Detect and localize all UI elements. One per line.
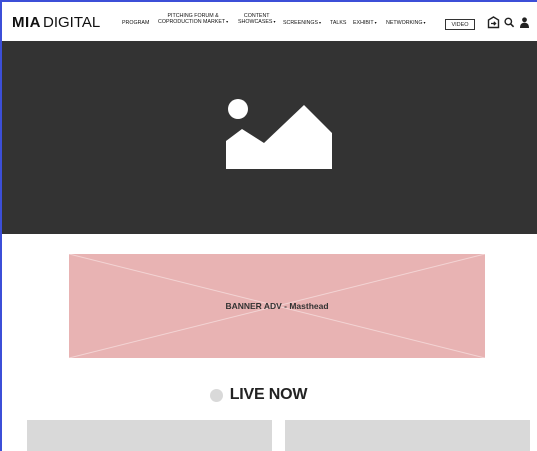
login-icon[interactable] — [487, 16, 500, 29]
nav-label: EXHIBIT — [353, 20, 374, 26]
nav-item-talks[interactable]: TALKS — [330, 20, 346, 26]
nav-item-networking[interactable]: NETWORKING▾ — [386, 20, 426, 26]
nav-item-screenings[interactable]: SCREENINGS▾ — [283, 20, 321, 26]
section-title: LIVE NOW — [229, 386, 308, 403]
search-icon[interactable] — [503, 16, 516, 29]
banner-ad-masthead[interactable]: BANNER ADV - Masthead — [69, 254, 485, 358]
logo-digital-text: DIGITAL — [43, 14, 101, 31]
logo-mia-text: MIA — [12, 14, 41, 31]
live-now-heading: LIVE NOW — [2, 385, 537, 405]
chevron-down-icon: ▾ — [423, 20, 426, 25]
nav-label: COPRODUCTION MARKET — [158, 19, 226, 26]
nav-label: NETWORKING — [386, 20, 423, 26]
nav-label: SCREENINGS — [283, 20, 319, 26]
chevron-down-icon: ▾ — [374, 20, 377, 25]
chevron-down-icon: ▾ — [319, 20, 322, 25]
chevron-down-icon: ▾ — [226, 19, 229, 25]
nav-item-content-showcases[interactable]: CONTENT SHOWCASES▾ — [238, 13, 275, 26]
site-logo[interactable]: MIA DIGITAL — [12, 15, 100, 30]
nav-item-pitching-forum[interactable]: PITCHING FORUM & COPRODUCTION MARKET▾ — [158, 13, 228, 26]
live-indicator-dot — [209, 388, 223, 402]
image-placeholder-icon — [226, 99, 332, 169]
banner-label: BANNER ADV - Masthead — [225, 301, 329, 311]
hero-image-placeholder[interactable] — [2, 41, 537, 234]
live-card[interactable] — [27, 420, 272, 451]
live-card[interactable] — [285, 420, 530, 451]
site-header: MIA DIGITAL PROGRAM PITCHING FORUM & COP… — [2, 2, 537, 41]
chevron-down-icon: ▾ — [273, 19, 276, 25]
nav-label: TALKS — [330, 20, 347, 26]
user-icon[interactable] — [518, 16, 531, 29]
video-button[interactable]: VIDEO — [445, 19, 475, 30]
nav-label: PROGRAM — [122, 20, 150, 26]
nav-item-program[interactable]: PROGRAM — [122, 20, 149, 26]
nav-label: SHOWCASES — [238, 19, 273, 26]
page-frame: MIA DIGITAL PROGRAM PITCHING FORUM & COP… — [0, 0, 537, 451]
nav-item-exhibit[interactable]: EXHIBIT▾ — [353, 20, 377, 26]
